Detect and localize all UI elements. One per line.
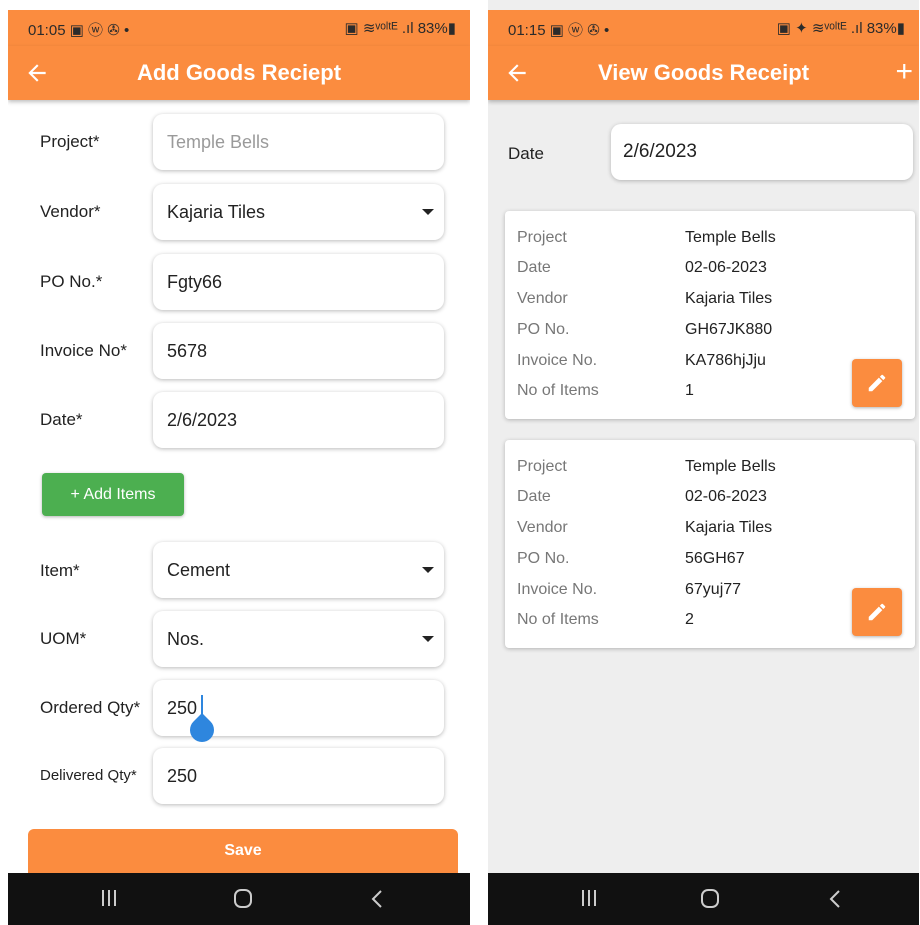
row-value: Kajaria Tiles bbox=[685, 290, 773, 307]
date-filter-label: Date bbox=[508, 144, 544, 163]
row-value: 67yuj77 bbox=[685, 581, 742, 598]
receipt-card: Project Temple Bells Date 02-06-2023 Vendo… bbox=[505, 211, 915, 419]
row-key: Project bbox=[517, 229, 567, 246]
invoice-no-label: Invoice No* bbox=[40, 341, 127, 360]
nav-back-icon[interactable] bbox=[828, 889, 842, 914]
dropdown-caret-icon bbox=[422, 636, 434, 642]
nav-recents-icon[interactable] bbox=[101, 889, 117, 912]
status-time: 01:15 ▣ ⓦ ✇ • bbox=[508, 19, 609, 40]
row-value: 2 bbox=[685, 611, 694, 628]
system-icons: ▣ ✦ ≋ᵛᵒˡᵗᴱ .ıl 83%▮ bbox=[776, 20, 905, 37]
system-icons: ▣ ≋ᵛᵒˡᵗᴱ .ıl 83%▮ bbox=[344, 20, 456, 37]
add-goods-receipt-screen: 01:05 ▣ ⓦ ✇ • ▣ ≋ᵛᵒˡᵗᴱ .ıl 83%▮ Add Good… bbox=[8, 0, 470, 925]
uom-dropdown[interactable]: Nos. bbox=[153, 611, 444, 667]
edit-pencil-icon bbox=[868, 603, 886, 621]
nav-back-icon[interactable] bbox=[370, 889, 384, 914]
app-bar: View Goods Receipt + bbox=[488, 46, 919, 100]
row-value: Temple Bells bbox=[685, 458, 776, 475]
status-time: 01:05 ▣ ⓦ ✇ • bbox=[28, 19, 129, 40]
po-no-field[interactable]: Fgty66 bbox=[153, 254, 444, 310]
uom-value: Nos. bbox=[167, 629, 205, 649]
nav-home-icon[interactable] bbox=[233, 889, 253, 914]
row-key: No of Items bbox=[517, 382, 599, 399]
date-filter-field[interactable]: 2/6/2023 bbox=[611, 124, 913, 180]
row-value: 02-06-2023 bbox=[685, 488, 767, 505]
row-key: Project bbox=[517, 458, 567, 475]
delivered-qty-label: Delivered Qty* bbox=[40, 767, 137, 784]
date-label: Date* bbox=[40, 410, 83, 429]
page-title: View Goods Receipt bbox=[597, 60, 810, 85]
system-nav-bar bbox=[488, 873, 919, 925]
row-value: Temple Bells bbox=[685, 229, 776, 246]
system-nav-bar bbox=[8, 873, 470, 925]
add-items-button[interactable]: + Add Items bbox=[42, 473, 184, 516]
project-label: Project* bbox=[40, 132, 100, 151]
clock: 01:15 bbox=[508, 22, 546, 39]
row-key: PO No. bbox=[517, 321, 570, 338]
row-key: PO No. bbox=[517, 550, 570, 567]
row-value: GH67JK880 bbox=[685, 321, 773, 338]
row-value: Kajaria Tiles bbox=[685, 519, 773, 536]
receipt-card: Project Temple Bells Date 02-06-2023 Vendo… bbox=[505, 440, 915, 648]
row-key: Vendor bbox=[517, 519, 568, 536]
invoice-no-field[interactable]: 5678 bbox=[153, 323, 444, 379]
save-button[interactable]: Save bbox=[28, 829, 458, 873]
vendor-dropdown[interactable]: Kajaria Tiles bbox=[153, 184, 444, 240]
uom-label: UOM* bbox=[40, 629, 87, 648]
view-goods-receipt-screen: 01:15 ▣ ⓦ ✇ • ▣ ✦ ≋ᵛᵒˡᵗᴱ .ıl 83%▮ View G… bbox=[488, 0, 919, 925]
nav-recents-icon[interactable] bbox=[581, 889, 597, 912]
row-key: Date bbox=[517, 488, 551, 505]
row-key: Vendor bbox=[517, 290, 568, 307]
row-value: 1 bbox=[685, 382, 694, 399]
app-bar: Add Goods Reciept bbox=[8, 46, 470, 100]
page-title: Add Goods Reciept bbox=[136, 60, 342, 85]
row-value: KA786hjJju bbox=[685, 352, 766, 369]
row-key: No of Items bbox=[517, 611, 599, 628]
po-no-label: PO No.* bbox=[40, 272, 103, 291]
add-icon[interactable]: + bbox=[895, 54, 913, 90]
item-dropdown[interactable]: Cement bbox=[153, 542, 444, 598]
status-bar: 01:05 ▣ ⓦ ✇ • ▣ ≋ᵛᵒˡᵗᴱ .ıl 83%▮ bbox=[8, 10, 470, 46]
notification-icons: ▣ ⓦ ✇ • bbox=[69, 22, 130, 39]
row-key: Invoice No. bbox=[517, 581, 598, 598]
edit-button[interactable] bbox=[852, 359, 902, 407]
nav-home-icon[interactable] bbox=[700, 889, 720, 914]
row-value: 56GH67 bbox=[685, 550, 745, 567]
project-field[interactable]: Temple Bells bbox=[153, 114, 444, 170]
dropdown-caret-icon bbox=[422, 209, 434, 215]
item-label: Item* bbox=[40, 561, 80, 580]
delivered-qty-field[interactable]: 250 bbox=[153, 748, 444, 804]
row-key: Date bbox=[517, 259, 551, 276]
clock: 01:05 bbox=[28, 22, 66, 39]
row-value: 02-06-2023 bbox=[685, 259, 767, 276]
date-field[interactable]: 2/6/2023 bbox=[153, 392, 444, 448]
notification-icons: ▣ ⓦ ✇ • bbox=[549, 22, 610, 39]
vendor-value: Kajaria Tiles bbox=[167, 202, 266, 222]
status-bar: 01:15 ▣ ⓦ ✇ • ▣ ✦ ≋ᵛᵒˡᵗᴱ .ıl 83%▮ bbox=[488, 10, 919, 46]
row-key: Invoice No. bbox=[517, 352, 598, 369]
edit-button[interactable] bbox=[852, 588, 902, 636]
item-value: Cement bbox=[167, 560, 231, 580]
dropdown-caret-icon bbox=[422, 567, 434, 573]
ordered-qty-label: Ordered Qty* bbox=[40, 698, 141, 717]
edit-pencil-icon bbox=[868, 374, 886, 392]
vendor-label: Vendor* bbox=[40, 202, 101, 221]
